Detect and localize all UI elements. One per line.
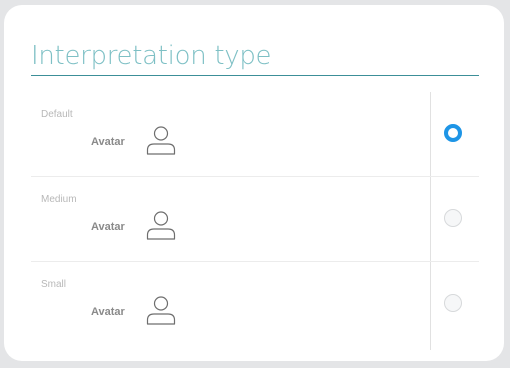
option-label: Small bbox=[41, 279, 67, 290]
panel-title: Interpretation type bbox=[31, 41, 272, 71]
radio-small[interactable] bbox=[444, 294, 462, 312]
option-label: Default bbox=[41, 109, 73, 120]
interpretation-type-card: Interpretation type Default Avatar Mediu… bbox=[4, 5, 504, 361]
radio-default[interactable] bbox=[444, 124, 462, 142]
avatar-field-label: Avatar bbox=[91, 136, 125, 148]
user-avatar-icon bbox=[146, 211, 176, 240]
option-row-default[interactable]: Default Avatar bbox=[31, 92, 479, 177]
option-label: Medium bbox=[41, 194, 77, 205]
user-avatar-icon bbox=[146, 296, 176, 325]
radio-medium[interactable] bbox=[444, 209, 462, 227]
avatar-field-label: Avatar bbox=[91, 221, 125, 233]
title-underline bbox=[31, 75, 479, 76]
avatar-field-label: Avatar bbox=[91, 306, 125, 318]
user-avatar-icon bbox=[146, 126, 176, 155]
option-row-small[interactable]: Small Avatar bbox=[31, 262, 479, 347]
option-row-medium[interactable]: Medium Avatar bbox=[31, 177, 479, 262]
